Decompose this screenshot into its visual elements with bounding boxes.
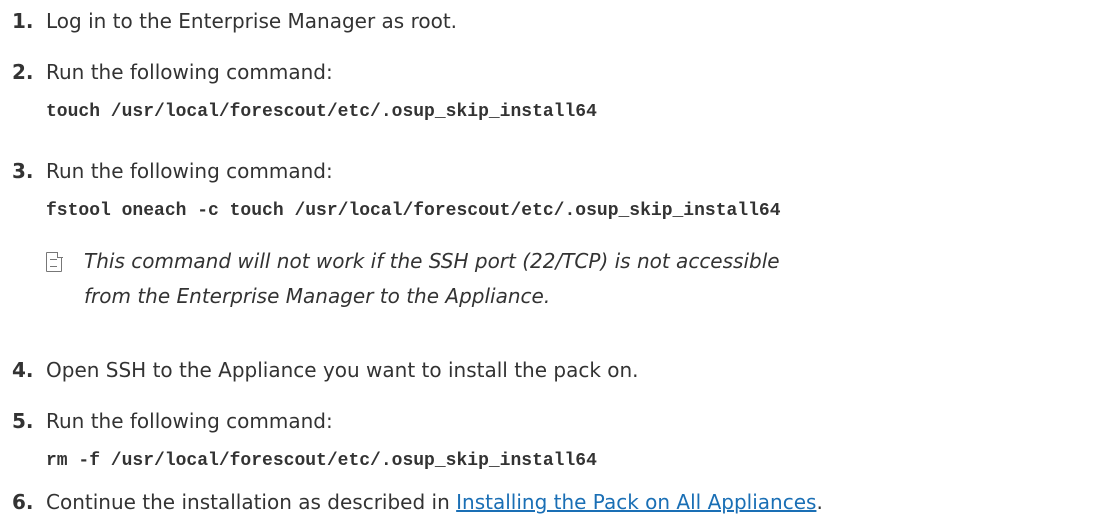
note-icon — [46, 251, 63, 272]
step-number: 2. — [12, 60, 34, 84]
note-line-2: from the Enterprise Manager to the Appli… — [84, 284, 551, 308]
note-line-1: This command will not work if the SSH po… — [84, 249, 780, 273]
step-text: Run the following command: — [46, 159, 333, 183]
procedure-document: 1. Log in to the Enterprise Manager as r… — [0, 0, 1096, 522]
installing-pack-link[interactable]: Installing the Pack on All Appliances — [456, 490, 816, 514]
command-block: touch /usr/local/forescout/etc/.osup_ski… — [46, 102, 597, 122]
step-text: Open SSH to the Appliance you want to in… — [46, 358, 639, 382]
step-number: 6. — [12, 490, 34, 514]
step-number: 4. — [12, 358, 34, 382]
step-text-after: . — [816, 490, 823, 514]
step-text: Log in to the Enterprise Manager as root… — [46, 9, 458, 33]
step-text: Run the following command: — [46, 409, 333, 433]
step-number: 3. — [12, 159, 34, 183]
step-text-before: Continue the installation as described i… — [46, 490, 457, 514]
step-number: 1. — [12, 9, 34, 33]
step-number: 5. — [12, 409, 34, 433]
command-block: fstool oneach -c touch /usr/local/foresc… — [46, 201, 781, 221]
command-block: rm -f /usr/local/forescout/etc/.osup_ski… — [46, 451, 597, 471]
step-text: Run the following command: — [46, 60, 333, 84]
step-text: Continue the installation as described i… — [46, 489, 823, 515]
